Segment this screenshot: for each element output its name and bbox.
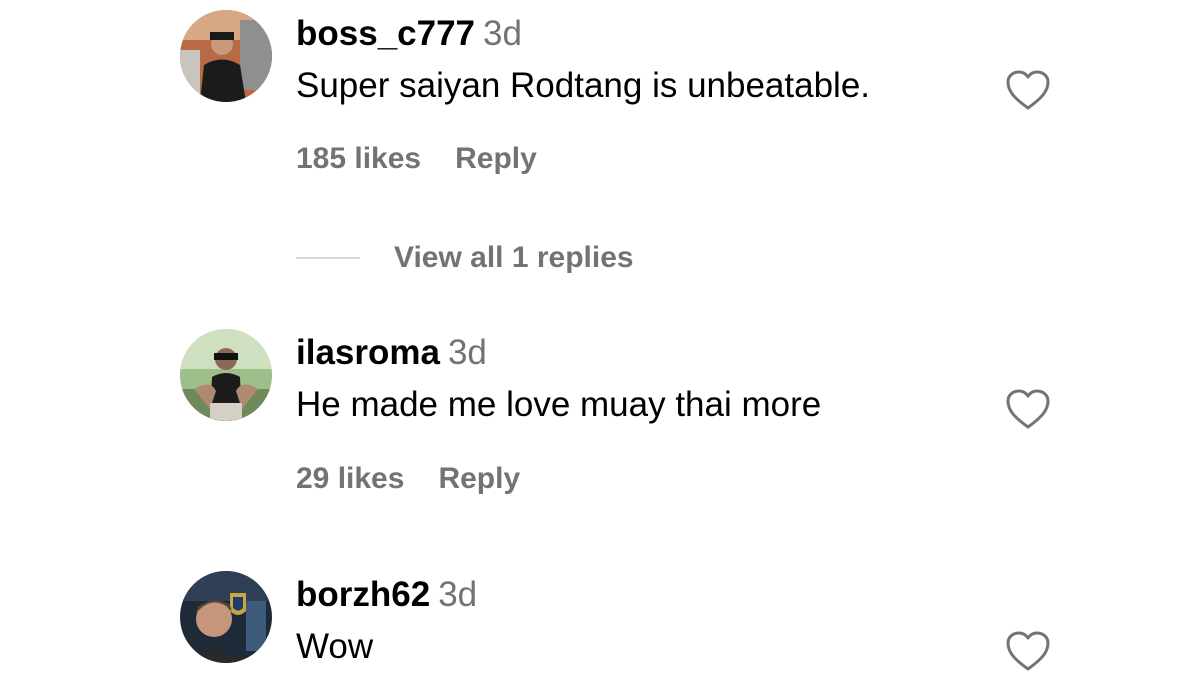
comment-header: borzh62 3d [296, 575, 477, 615]
comment-text: Super saiyan Rodtang is unbeatable. [296, 66, 871, 105]
avatar[interactable] [180, 329, 272, 421]
comment-actions: 185 likes Reply [296, 141, 537, 177]
comment-header: ilasroma 3d [296, 333, 487, 373]
comment-actions: 29 likes Reply [296, 461, 520, 497]
username[interactable]: boss_c777 [296, 14, 475, 53]
view-replies-label: View all 1 replies [394, 241, 634, 274]
avatar[interactable] [180, 10, 272, 102]
avatar-photo [180, 10, 272, 102]
username[interactable]: ilasroma [296, 333, 440, 372]
timestamp: 3d [447, 333, 487, 372]
reply-button[interactable]: Reply [438, 462, 520, 495]
comment-text: Wow [296, 627, 374, 666]
reply-button[interactable]: Reply [455, 142, 537, 175]
comment-text: He made me love muay thai more [296, 385, 822, 424]
timestamp: 3d [483, 14, 522, 53]
replies-divider [296, 257, 360, 259]
view-replies-button[interactable]: View all 1 replies [296, 238, 634, 278]
avatar-photo [180, 571, 272, 663]
heart-outline-icon[interactable] [1004, 68, 1052, 112]
avatar-photo [180, 329, 272, 421]
heart-outline-icon[interactable] [1004, 629, 1052, 673]
likes-count[interactable]: 29 likes [296, 462, 404, 495]
heart-outline-icon[interactable] [1004, 387, 1052, 431]
likes-count[interactable]: 185 likes [296, 142, 421, 175]
username[interactable]: borzh62 [296, 575, 430, 614]
avatar[interactable] [180, 571, 272, 663]
timestamp: 3d [438, 575, 478, 614]
comment-header: boss_c777 3d [296, 14, 522, 54]
